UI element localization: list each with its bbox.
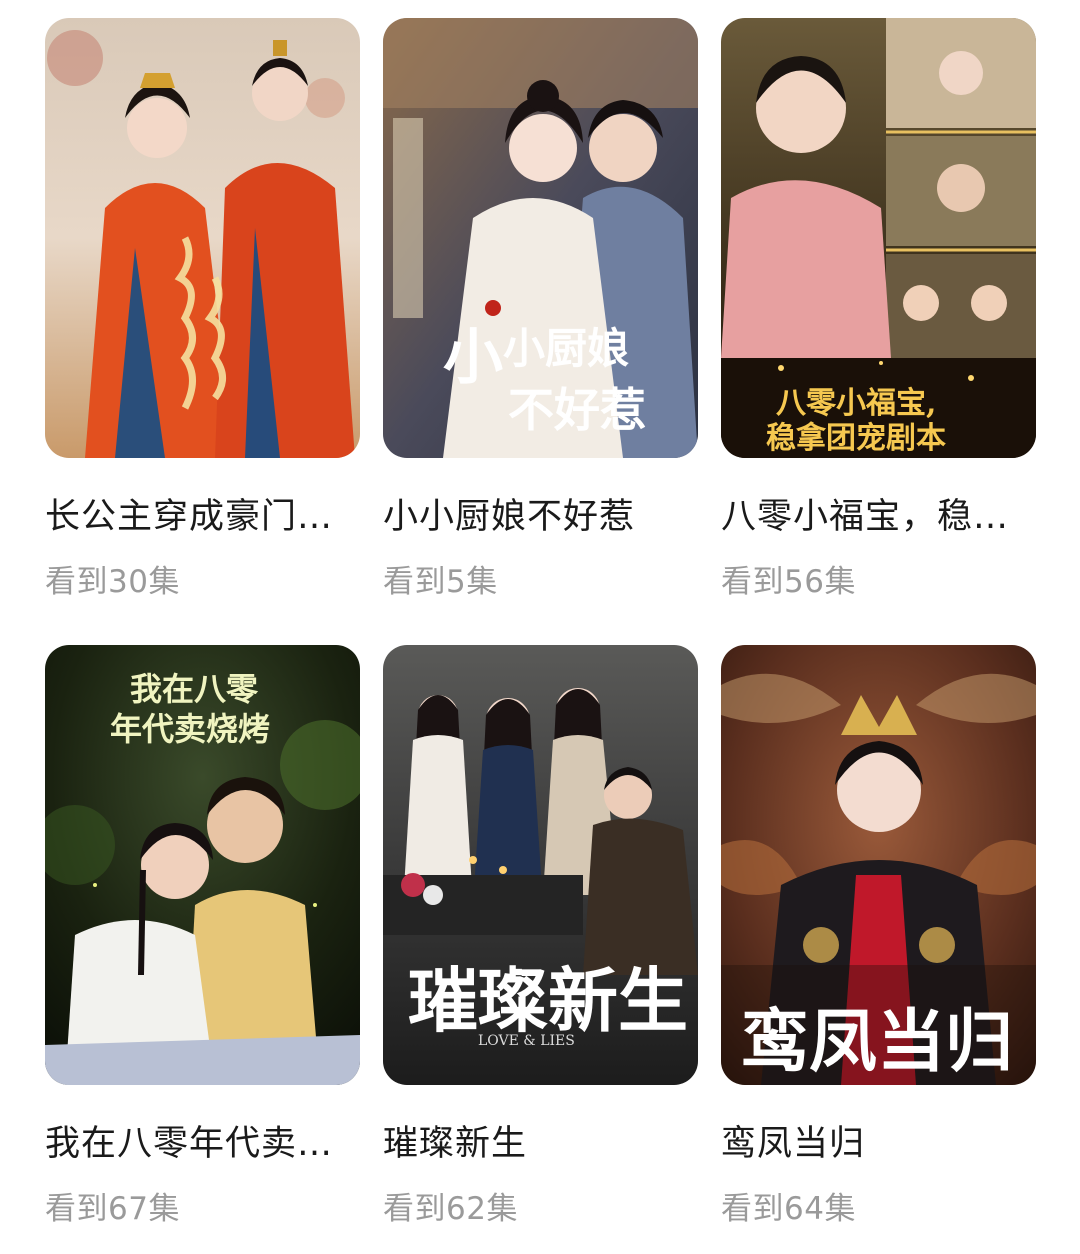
drama-title: 小小厨娘不好惹 <box>383 497 636 537</box>
watch-progress: 看到56集 <box>721 564 856 600</box>
watch-progress: 看到67集 <box>45 1191 180 1227</box>
watch-progress: 看到5集 <box>383 564 498 600</box>
drama-card[interactable]: 八零小福宝, 稳拿团宠剧本 八零小福宝，稳… 看到56集 <box>721 18 1036 616</box>
drama-card[interactable]: 我在八零 年代卖烧烤 我在八零年代卖… 看到67集 <box>45 645 360 1243</box>
svg-text:LOVE & LIES: LOVE & LIES <box>478 1033 575 1049</box>
drama-poster[interactable]: 八零小福宝, 稳拿团宠剧本 <box>721 18 1036 458</box>
svg-text:璀璨新生: 璀璨新生 <box>408 959 688 1042</box>
svg-text:鸾凤当归: 鸾凤当归 <box>741 1002 1013 1082</box>
svg-text:不好惹: 不好惹 <box>508 383 646 437</box>
drama-card[interactable]: 小 小厨娘 不好惹 小小厨娘不好惹 看到5集 <box>383 18 698 616</box>
svg-text:年代卖烧烤: 年代卖烧烤 <box>110 710 270 748</box>
drama-poster[interactable]: 鸾凤当归 <box>721 645 1036 1085</box>
drama-card[interactable]: 璀璨新生 LOVE & LIES 璀璨新生 看到62集 <box>383 645 698 1243</box>
drama-title: 鸾凤当归 <box>721 1124 866 1164</box>
watch-progress: 看到64集 <box>721 1191 856 1227</box>
drama-poster[interactable] <box>45 18 360 458</box>
drama-title: 长公主穿成豪门… <box>45 497 334 537</box>
drama-card[interactable]: 长公主穿成豪门… 看到30集 <box>45 18 360 616</box>
drama-title: 八零小福宝，稳… <box>721 497 1010 537</box>
svg-text:我在八零: 我在八零 <box>130 670 259 708</box>
drama-title: 我在八零年代卖… <box>45 1124 334 1164</box>
drama-title: 璀璨新生 <box>383 1124 528 1164</box>
drama-card[interactable]: 鸾凤当归 鸾凤当归 看到64集 <box>721 645 1036 1243</box>
drama-grid: 长公主穿成豪门… 看到30集 小 小厨娘 不好惹 小小厨娘不好惹 看到5集 八零… <box>45 18 1036 1243</box>
drama-poster[interactable]: 我在八零 年代卖烧烤 <box>45 645 360 1085</box>
svg-text:小: 小 <box>443 323 503 393</box>
svg-text:八零小福宝,: 八零小福宝, <box>776 386 936 421</box>
svg-text:稳拿团宠剧本: 稳拿团宠剧本 <box>766 421 946 456</box>
drama-poster[interactable]: 小 小厨娘 不好惹 <box>383 18 698 458</box>
svg-text:小厨娘: 小厨娘 <box>503 324 629 373</box>
drama-poster[interactable]: 璀璨新生 LOVE & LIES <box>383 645 698 1085</box>
watch-progress: 看到62集 <box>383 1191 518 1227</box>
watch-progress: 看到30集 <box>45 564 180 600</box>
